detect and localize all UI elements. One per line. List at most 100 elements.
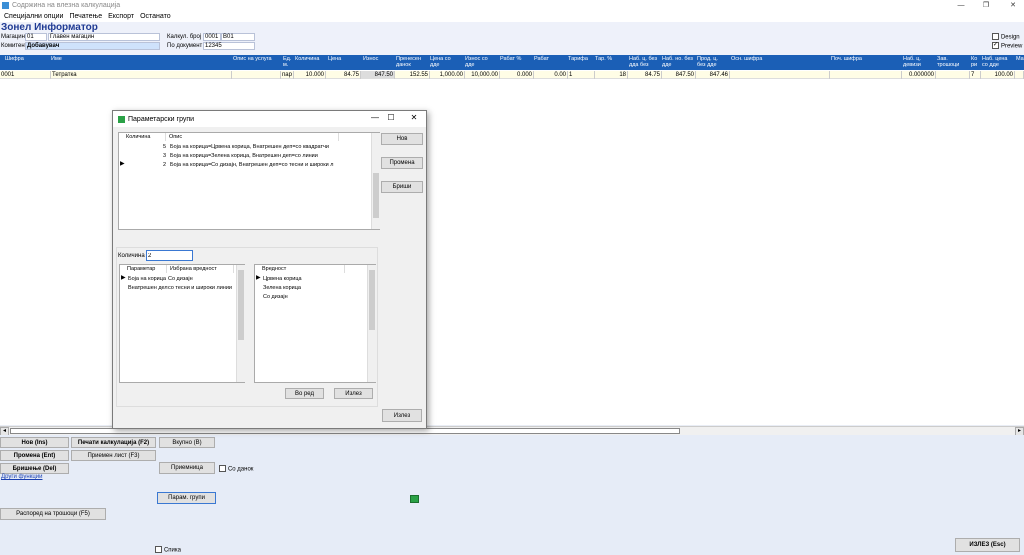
group-row-desc[interactable]: Боја на корица=Со дизајн, Внатрешен деп=… xyxy=(170,161,342,169)
cell-discount[interactable]: 0.00 xyxy=(534,71,568,79)
cell-sale-price[interactable]: 847.46 xyxy=(696,71,730,79)
spika-box[interactable] xyxy=(155,546,162,553)
col-tax[interactable]: Пренесен данок xyxy=(396,56,426,68)
table-row[interactable]: 0001 Тетратка пар 10.000 84.75 847.50 15… xyxy=(0,71,1024,79)
values-scroll-thumb[interactable] xyxy=(369,270,375,330)
warehouse-code-field[interactable]: 01 xyxy=(25,33,47,41)
col-qty[interactable]: Количина xyxy=(295,56,319,62)
close-button[interactable]: ✕ xyxy=(1004,0,1022,11)
dialog-new-button[interactable]: Нов xyxy=(381,133,423,145)
minimize-button[interactable]: — xyxy=(952,0,970,11)
cell-tariff-pct[interactable]: 18 xyxy=(595,71,628,79)
cell-unit[interactable]: пар xyxy=(281,71,294,79)
dialog-exit-button[interactable]: Излез xyxy=(382,409,422,422)
group-row-qty[interactable]: 5 xyxy=(124,143,166,151)
qty-input[interactable] xyxy=(146,250,193,261)
col-qty-header[interactable]: Количина xyxy=(124,133,166,141)
exit-button[interactable]: ИЗЛЕЗ (Esc) xyxy=(955,538,1020,552)
param-groups-button[interactable]: Парам. групи xyxy=(157,492,216,504)
col-unit[interactable]: Ед. м. xyxy=(283,56,293,68)
group-row-desc[interactable]: Боја на корица=Зелена корица, Внатрешен … xyxy=(170,152,342,160)
cell-purchase-amount[interactable]: 847.50 xyxy=(662,71,696,79)
cell-price[interactable]: 84.75 xyxy=(326,71,361,79)
group-row-qty[interactable]: 2 xyxy=(124,161,166,169)
chosen-value-header[interactable]: Избрана вредност xyxy=(168,265,234,273)
col-amount-vat[interactable]: Износ со дде xyxy=(465,56,495,68)
col-desc-header[interactable]: Опис xyxy=(167,133,339,141)
cell-purchase-vat[interactable]: 100.00 xyxy=(981,71,1015,79)
dialog-delete-button[interactable]: Бриши xyxy=(381,181,423,193)
col-tariff-pct[interactable]: Тар. % xyxy=(595,56,612,62)
cell-foreign-price[interactable]: 0.000000 xyxy=(902,71,936,79)
preview-checkbox-box[interactable]: ✓ xyxy=(992,42,999,49)
param-value[interactable]: со тесни и широки линии xyxy=(168,284,232,292)
dialog-close-icon[interactable]: ✕ xyxy=(408,113,420,122)
menu-special-options[interactable]: Специјални опции xyxy=(4,13,63,20)
value-item[interactable]: Црвена корица xyxy=(263,275,343,283)
calc-suffix-field[interactable]: В01 xyxy=(221,33,255,41)
col-sale-price[interactable]: Прод. ц. без дде xyxy=(697,56,727,68)
groups-scroll-thumb[interactable] xyxy=(373,173,379,218)
cell-name[interactable]: Тетратка xyxy=(51,71,232,79)
value-item[interactable]: Со дизајн xyxy=(263,293,343,301)
design-checkbox[interactable]: Design xyxy=(992,33,1020,40)
col-price-vat[interactable]: Цена со дде xyxy=(430,56,460,68)
cell-ko[interactable]: 7 xyxy=(970,71,981,79)
warehouse-name-field[interactable]: Главен магацин xyxy=(48,33,160,41)
col-ko[interactable]: Ко ри xyxy=(971,56,979,68)
menu-printing[interactable]: Печатење xyxy=(69,13,102,20)
groups-vscrollbar[interactable] xyxy=(371,133,380,229)
spika-checkbox[interactable]: Спика xyxy=(155,546,181,553)
excel-icon[interactable] xyxy=(410,495,419,503)
dialog-cancel-button[interactable]: Излез xyxy=(334,388,373,399)
cell-base-code[interactable] xyxy=(730,71,830,79)
col-dep-costs[interactable]: Зав. трошоци xyxy=(937,56,965,68)
cell-code[interactable]: 0001 xyxy=(0,71,51,79)
cell-qty[interactable]: 10.000 xyxy=(294,71,326,79)
col-purchase-vat[interactable]: Наб. цена со дде xyxy=(982,56,1014,68)
col-discount[interactable]: Рабат xyxy=(534,56,549,62)
menu-export[interactable]: Експорт xyxy=(108,13,134,20)
preview-checkbox[interactable]: ✓ Preview xyxy=(992,42,1022,49)
partner-field[interactable]: Добавувач xyxy=(25,42,160,50)
col-base-code[interactable]: Осн. шифра xyxy=(731,56,762,62)
dialog-minimize-icon[interactable]: — xyxy=(369,113,381,122)
with-tax-box[interactable] xyxy=(219,465,226,472)
col-purchase-price[interactable]: Наб. ц. без дда без xyxy=(629,56,661,68)
doc-number-field[interactable]: 12345 xyxy=(203,42,255,50)
cell-service[interactable] xyxy=(232,71,281,79)
cell-ma[interactable] xyxy=(1015,71,1024,79)
col-tariff[interactable]: Тарифа xyxy=(568,56,588,62)
cell-dep-costs[interactable] xyxy=(936,71,970,79)
maximize-button[interactable]: ❐ xyxy=(977,0,995,11)
calc-number-field[interactable]: 0001 xyxy=(203,33,221,41)
param-name[interactable]: Внатрешен дел xyxy=(128,284,168,292)
params-scroll-thumb[interactable] xyxy=(238,270,244,340)
group-row-desc[interactable]: Боја на корица=Црвена корица, Внатрешен … xyxy=(170,143,342,151)
col-purchase-amount[interactable]: Наб. но. без дде xyxy=(662,56,694,68)
dialog-maximize-icon[interactable]: ☐ xyxy=(385,113,397,122)
dialog-change-button[interactable]: Промена xyxy=(381,157,423,169)
cell-start-code[interactable] xyxy=(830,71,902,79)
groups-list[interactable]: Количина Опис 5 Боја на корица=Црвена ко… xyxy=(118,132,380,230)
value-header[interactable]: Вредност xyxy=(260,265,345,273)
primenica-button[interactable]: Приемница xyxy=(159,462,215,474)
params-vscrollbar[interactable] xyxy=(236,265,245,382)
group-row-qty[interactable]: 3 xyxy=(124,152,166,160)
print-calc-button[interactable]: Печати калкулација (F2) xyxy=(71,437,156,448)
other-functions-link[interactable]: Други функции xyxy=(1,474,43,480)
param-value[interactable]: Со дизајн xyxy=(168,275,232,283)
cell-purchase-price[interactable]: 84.75 xyxy=(628,71,662,79)
menu-other[interactable]: Останато xyxy=(140,13,171,20)
distribute-costs-button[interactable]: Распоред на трошоци (F5) xyxy=(0,508,106,520)
with-tax-checkbox[interactable]: Со данок xyxy=(219,465,253,472)
receipt-button[interactable]: Приемен лист (F3) xyxy=(71,450,156,461)
cell-amount[interactable]: 847.50 xyxy=(361,71,395,79)
cell-tariff[interactable]: 1 xyxy=(568,71,595,79)
col-start-code[interactable]: Поч. шифра xyxy=(831,56,862,62)
cell-price-vat[interactable]: 1,000.00 xyxy=(430,71,465,79)
col-service[interactable]: Опис на услуга xyxy=(233,56,272,62)
col-ma[interactable]: Ма xyxy=(1016,56,1024,62)
value-item[interactable]: Зелена корица xyxy=(263,284,343,292)
change-button[interactable]: Промена (Ent) xyxy=(0,450,69,461)
